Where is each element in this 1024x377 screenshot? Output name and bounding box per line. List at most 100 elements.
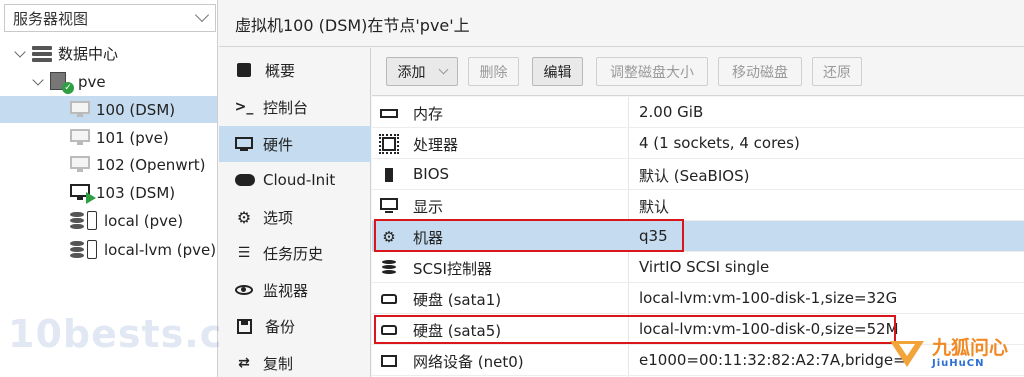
- chip-icon: [380, 166, 398, 184]
- hardware-value: e1000=00:11:32:82:A2:7A,bridge=: [639, 351, 906, 369]
- hardware-value: 2.00 GiB: [639, 103, 704, 121]
- hardware-row-disk-sata1[interactable]: 硬盘 (sata1) local-lvm:vm-100-disk-1,size=…: [372, 283, 1024, 314]
- page-title: 虚拟机100 (DSM)在节点'pve'上: [219, 0, 1024, 47]
- tree-item-vm-102[interactable]: 102 (Openwrt): [70, 151, 205, 178]
- fox-logo-icon: [888, 335, 926, 373]
- database-icon: [380, 259, 398, 277]
- hardware-key: SCSI控制器: [413, 260, 492, 278]
- collapse-icon[interactable]: [32, 73, 44, 86]
- hardware-key: 显示: [413, 198, 444, 216]
- collapse-icon[interactable]: [14, 45, 26, 58]
- revert-button[interactable]: 还原: [812, 57, 862, 86]
- hardware-row-bios[interactable]: BIOS 默认 (SeaBIOS): [372, 159, 1024, 190]
- revert-button-label: 还原: [823, 64, 851, 81]
- watermark-jiuhucn: 九狐问心 JiuHuCN: [888, 330, 1024, 377]
- watermark-cn: 九狐问心: [932, 336, 1009, 359]
- nav-item-backup[interactable]: 备份: [219, 308, 371, 344]
- chevron-down-icon: [438, 64, 448, 75]
- hardware-row-display[interactable]: 显示 默认: [372, 190, 1024, 221]
- tree-item-label: local-lvm (pve): [104, 240, 217, 259]
- nav-item-console[interactable]: >_ 控制台: [219, 89, 371, 125]
- nav-item-label: 硬件: [263, 135, 294, 154]
- list-icon: ☰: [237, 245, 251, 261]
- tree-item-vm-100[interactable]: 100 (DSM): [0, 96, 217, 123]
- hardware-key: 网络设备 (net0): [413, 353, 524, 371]
- cloud-icon: [235, 174, 255, 186]
- gear-icon: ⚙: [236, 207, 252, 227]
- chevron-down-icon[interactable]: [194, 7, 210, 23]
- hardware-key: 内存: [413, 105, 444, 123]
- resize-disk-button[interactable]: 调整磁盘大小: [596, 57, 708, 86]
- tree-item-label: 数据中心: [58, 45, 119, 63]
- nav-item-label: 任务历史: [263, 244, 324, 263]
- nav-item-task-history[interactable]: ☰ 任务历史: [219, 235, 371, 271]
- hardware-key: 硬盘 (sata1): [413, 291, 502, 309]
- tree-item-storage-local-lvm[interactable]: local-lvm (pve): [70, 236, 216, 263]
- tree-item-vm-101[interactable]: 101 (pve): [70, 124, 169, 151]
- node-online-icon: ✓: [50, 71, 74, 94]
- book-icon: [237, 63, 251, 77]
- nav-item-monitor[interactable]: 监视器: [219, 272, 371, 308]
- tree-item-label: 103 (DSM): [96, 183, 176, 202]
- terminal-icon: >_: [234, 99, 254, 115]
- nav-item-label: Cloud-Init: [263, 171, 336, 189]
- tree-item-label: pve: [78, 72, 106, 91]
- move-disk-button-label: 移动磁盘: [732, 64, 788, 81]
- add-button[interactable]: 添加: [386, 57, 458, 86]
- hardware-key: BIOS: [413, 165, 450, 183]
- datacenter-icon: [32, 45, 52, 62]
- nav-item-hardware[interactable]: 硬件: [219, 126, 371, 162]
- nav-item-cloud-init[interactable]: Cloud-Init: [219, 162, 371, 198]
- nav-item-summary[interactable]: 概要: [219, 52, 371, 88]
- nav-item-label: 备份: [265, 317, 296, 336]
- remove-button-label: 删除: [479, 64, 508, 81]
- view-selector[interactable]: 服务器视图: [4, 4, 216, 32]
- nav-item-label: 概要: [265, 61, 296, 80]
- hardware-row-memory[interactable]: 内存 2.00 GiB: [372, 97, 1024, 128]
- hardware-value: VirtIO SCSI single: [639, 258, 770, 276]
- hardware-row-scsi-controller[interactable]: SCSI控制器 VirtIO SCSI single: [372, 252, 1024, 283]
- nav-item-label: 控制台: [263, 98, 309, 117]
- hardware-value: 默认 (SeaBIOS): [639, 167, 750, 185]
- nav-item-options[interactable]: ⚙ 选项: [219, 199, 371, 235]
- resize-disk-button-label: 调整磁盘大小: [610, 64, 694, 81]
- hardware-value: 默认: [639, 198, 670, 216]
- hardware-key: 处理器: [413, 136, 459, 154]
- edit-button[interactable]: 编辑: [532, 57, 583, 86]
- tree-item-node-pve[interactable]: ✓ pve: [32, 68, 106, 95]
- tree-item-storage-local[interactable]: local (pve): [70, 207, 183, 234]
- vm-stopped-icon: [70, 128, 90, 147]
- nav-item-replication[interactable]: ⇄ 复制: [219, 345, 371, 377]
- storage-icon: [70, 239, 102, 260]
- nav-item-label: 选项: [263, 208, 294, 227]
- hardware-toolbar: 添加 删除 编辑 调整磁盘大小 移动磁盘 还原: [372, 48, 1024, 96]
- cpu-icon: [379, 134, 399, 154]
- vm-stopped-icon: [70, 155, 90, 174]
- tree-item-label: 100 (DSM): [96, 100, 176, 119]
- tree-item-label: 102 (Openwrt): [96, 155, 206, 174]
- watermark-en: JiuHuCN: [932, 357, 985, 369]
- nav-item-label: 复制: [263, 354, 294, 373]
- vm-sidenav: 概要 >_ 控制台 硬件 Cloud-Init ⚙ 选项 ☰ 任务历史 监视器 …: [219, 48, 371, 377]
- nav-item-label: 监视器: [263, 281, 309, 300]
- floppy-icon: [237, 318, 252, 334]
- move-disk-button[interactable]: 移动磁盘: [718, 57, 802, 86]
- vm-stopped-icon: [70, 100, 90, 119]
- view-selector-label: 服务器视图: [13, 9, 89, 28]
- memory-icon: [380, 104, 398, 122]
- hdd-icon: [380, 290, 398, 308]
- retweet-icon: ⇄: [238, 355, 250, 371]
- vm-running-icon: [70, 183, 96, 204]
- hardware-value: local-lvm:vm-100-disk-1,size=32G: [639, 289, 898, 307]
- tree-item-datacenter[interactable]: 数据中心: [14, 40, 119, 67]
- eye-icon: [235, 285, 253, 295]
- hardware-value: 4 (1 sockets, 4 cores): [639, 134, 800, 152]
- tree-item-vm-103[interactable]: 103 (DSM): [70, 179, 175, 206]
- resource-tree-panel: 服务器视图 数据中心 ✓ pve 100 (DSM) 101 (pve) 102…: [0, 0, 290, 377]
- monitor-icon: [235, 135, 253, 153]
- add-button-label: 添加: [397, 64, 426, 81]
- hardware-row-cpu[interactable]: 处理器 4 (1 sockets, 4 cores): [372, 128, 1024, 159]
- remove-button[interactable]: 删除: [468, 57, 519, 86]
- highlight-box-machine: [374, 219, 684, 252]
- storage-icon: [70, 210, 102, 231]
